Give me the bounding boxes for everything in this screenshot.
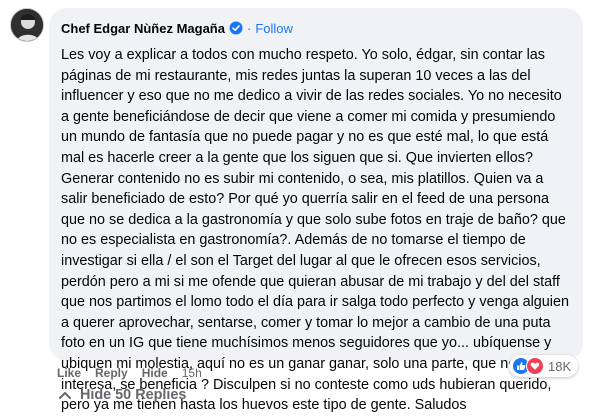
follow-button[interactable]: Follow xyxy=(255,21,293,36)
reactions-summary[interactable]: 18K xyxy=(509,355,579,377)
comment-bubble: Chef Edgar Nùñez Magaña · Follow Les voy… xyxy=(49,8,583,413)
love-reaction-icon xyxy=(526,357,544,375)
like-button[interactable]: Like xyxy=(57,366,81,380)
hide-replies-label: Hide 50 Replies xyxy=(80,387,187,403)
reaction-count: 18K xyxy=(548,358,572,374)
hide-button[interactable]: Hide xyxy=(142,366,168,380)
separator-dot: · xyxy=(246,20,252,36)
chevron-up-icon xyxy=(59,392,71,399)
comment-text: Les voy a explicar a todos con mucho res… xyxy=(61,47,569,414)
timestamp[interactable]: 15h xyxy=(182,366,202,380)
reply-button[interactable]: Reply xyxy=(95,366,128,380)
avatar-image xyxy=(11,9,43,41)
comment-header: Chef Edgar Nùñez Magaña · Follow xyxy=(61,19,569,37)
author-name[interactable]: Chef Edgar Nùñez Magaña xyxy=(61,21,225,36)
verified-badge-icon xyxy=(229,21,243,35)
comment-actions: Like Reply Hide 15h xyxy=(57,365,202,381)
hide-replies-button[interactable]: Hide 50 Replies xyxy=(58,385,186,405)
avatar[interactable] xyxy=(10,8,44,42)
